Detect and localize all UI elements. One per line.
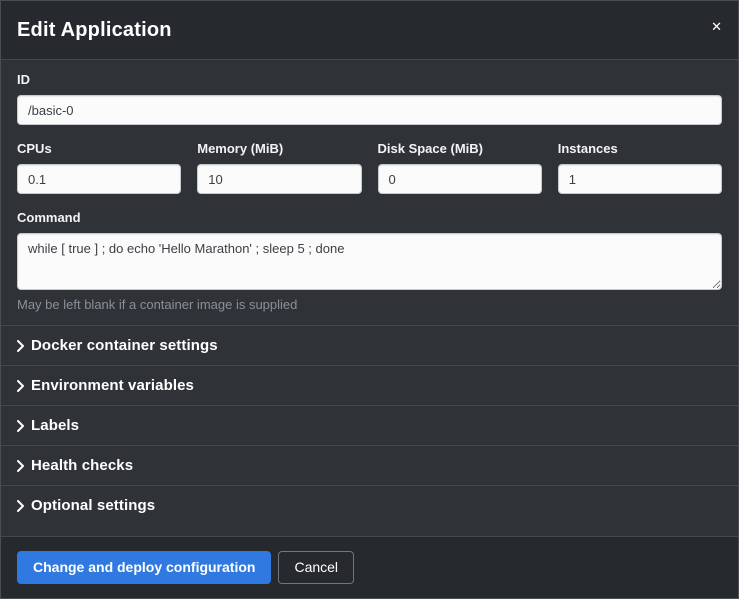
command-label: Command (17, 210, 722, 225)
disk-field-group: Disk Space (MiB) (378, 141, 542, 194)
section-label: Optional settings (31, 497, 155, 514)
disk-input[interactable] (378, 164, 542, 194)
cancel-button[interactable]: Cancel (278, 551, 354, 584)
instances-field-group: Instances (558, 141, 722, 194)
id-input[interactable] (17, 95, 722, 125)
close-icon[interactable]: ✕ (711, 20, 722, 33)
chevron-right-icon (17, 500, 31, 512)
section-label: Labels (31, 417, 79, 434)
modal-header: Edit Application ✕ (1, 1, 738, 60)
edit-application-modal: Edit Application ✕ ID CPUs Memory (MiB) … (0, 0, 739, 599)
memory-label: Memory (MiB) (197, 141, 361, 156)
section-label: Environment variables (31, 377, 194, 394)
chevron-right-icon (17, 420, 31, 432)
id-field-group: ID (17, 72, 722, 125)
resources-row: CPUs Memory (MiB) Disk Space (MiB) Insta… (17, 141, 722, 210)
section-label: Docker container settings (31, 337, 218, 354)
cpus-field-group: CPUs (17, 141, 181, 194)
modal-body: ID CPUs Memory (MiB) Disk Space (MiB) In… (1, 60, 738, 536)
instances-input[interactable] (558, 164, 722, 194)
chevron-right-icon (17, 460, 31, 472)
disk-label: Disk Space (MiB) (378, 141, 542, 156)
memory-input[interactable] (197, 164, 361, 194)
chevron-right-icon (17, 380, 31, 392)
memory-field-group: Memory (MiB) (197, 141, 361, 194)
modal-footer: Change and deploy configuration Cancel (1, 536, 738, 598)
chevron-right-icon (17, 340, 31, 352)
command-help-text: May be left blank if a container image i… (17, 297, 722, 312)
id-label: ID (17, 72, 722, 87)
change-and-deploy-button[interactable]: Change and deploy configuration (17, 551, 271, 584)
cpus-label: CPUs (17, 141, 181, 156)
section-environment-variables[interactable]: Environment variables (17, 366, 722, 405)
section-labels[interactable]: Labels (17, 406, 722, 445)
section-label: Health checks (31, 457, 133, 474)
command-field-group: Command while [ true ] ; do echo 'Hello … (17, 210, 722, 312)
section-docker-container-settings[interactable]: Docker container settings (17, 326, 722, 365)
modal-title: Edit Application (17, 18, 172, 42)
instances-label: Instances (558, 141, 722, 156)
section-health-checks[interactable]: Health checks (17, 446, 722, 485)
cpus-input[interactable] (17, 164, 181, 194)
section-optional-settings[interactable]: Optional settings (17, 486, 722, 525)
command-textarea[interactable]: while [ true ] ; do echo 'Hello Marathon… (17, 233, 722, 290)
